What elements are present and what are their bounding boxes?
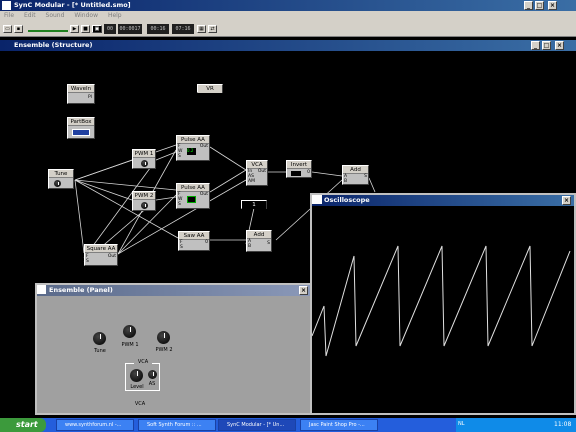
module-constant[interactable]: 1	[241, 200, 267, 209]
pulse-display	[187, 196, 196, 203]
panel-close-button[interactable]: ×	[299, 286, 308, 295]
level-knob-icon[interactable]	[130, 369, 143, 382]
module-title: VCA	[247, 161, 267, 169]
module-pulse-2[interactable]: Pulse AA F W S Out	[176, 183, 210, 209]
knob-label: PWM 1	[121, 342, 139, 348]
port-label[interactable]: S	[267, 241, 270, 246]
port-label[interactable]: S	[180, 245, 183, 250]
port-label[interactable]: B	[344, 179, 347, 184]
oscilloscope-window: Oscilloscope ×	[310, 193, 576, 415]
invert-display	[291, 171, 301, 176]
knob-label: AS	[148, 381, 156, 387]
language-indicator[interactable]: NL	[458, 421, 465, 427]
cable	[209, 169, 247, 193]
oscilloscope-close-button[interactable]: ×	[562, 196, 571, 205]
cable	[311, 171, 343, 177]
pwm2-knob-icon[interactable]	[141, 202, 148, 209]
port-label[interactable]: Out	[258, 169, 266, 174]
panel-window: Ensemble (Panel) × Tune PWM 1 PWM 2 VCA …	[35, 283, 312, 415]
module-add-1[interactable]: Add A B S	[342, 165, 369, 185]
port-label[interactable]: Out	[108, 254, 116, 259]
group-label: VCA	[134, 401, 146, 407]
taskbar-item[interactable]: www.synthforum.nl -...	[56, 419, 134, 431]
module-title: Tune	[49, 170, 73, 178]
port-label[interactable]: Out	[200, 144, 208, 149]
module-title: Square AA	[85, 245, 117, 253]
taskbar-item[interactable]: SynC Modular - [* Un...	[218, 419, 296, 431]
module-title: Add	[343, 166, 368, 174]
vca-group-box: VCA Level AS	[125, 359, 160, 391]
pwm1-knob-icon[interactable]	[141, 160, 148, 167]
clock: 11:08	[554, 421, 572, 428]
taskbar-item[interactable]: Jasc Paint Shop Pro -...	[300, 419, 378, 431]
module-tune[interactable]: Tune	[48, 169, 74, 189]
module-add-2[interactable]: Add A B S	[246, 230, 272, 252]
knob-label: PWM 2	[155, 347, 173, 353]
start-button[interactable]: start	[0, 418, 46, 432]
module-invert[interactable]: Invert 0	[286, 160, 312, 178]
system-tray: NL 11:08	[456, 418, 576, 432]
tune-knob-icon[interactable]	[54, 180, 61, 187]
port-label[interactable]: Out	[200, 192, 208, 197]
module-title: PartBox	[68, 118, 94, 126]
module-wavein[interactable]: WaveIn Pl	[67, 84, 95, 104]
partbox-display	[72, 129, 90, 136]
module-title: VR	[198, 85, 222, 93]
module-title: Pulse AA	[177, 136, 209, 144]
port-label[interactable]: Pl	[88, 95, 92, 100]
port-label[interactable]: 0	[205, 240, 208, 245]
panel-title: Ensemble (Panel)	[49, 286, 113, 294]
port-label[interactable]: AM	[248, 179, 255, 184]
oscilloscope-title: Oscilloscope	[324, 196, 370, 204]
pwm2-knob-icon[interactable]	[157, 331, 170, 344]
port-label[interactable]: S	[178, 202, 181, 207]
knob-label: Tune	[94, 348, 106, 354]
module-pulse-1[interactable]: Pulse AA F W S Out 0.2	[176, 135, 210, 161]
panel-window-icon	[37, 285, 46, 294]
module-vca[interactable]: VCA In AS AM Out	[246, 160, 268, 186]
panel-titlebar: Ensemble (Panel) ×	[37, 285, 310, 296]
module-title: WaveIn	[68, 85, 94, 93]
port-label[interactable]: S	[364, 174, 367, 179]
port-label[interactable]: B	[248, 244, 251, 249]
module-pwm2[interactable]: PWM 2	[132, 191, 156, 211]
cable	[209, 146, 247, 171]
oscilloscope-window-icon	[312, 195, 322, 204]
cable	[74, 144, 177, 181]
module-title: PWM 2	[133, 192, 155, 200]
module-square[interactable]: Square AA F S Out	[84, 244, 118, 266]
module-title: PWM 1	[133, 150, 155, 158]
port-label[interactable]: S	[178, 154, 181, 159]
taskbar-item[interactable]: Soft Synth Forum :: ...	[138, 419, 216, 431]
cable	[368, 177, 376, 193]
pwm1-knob-icon[interactable]	[123, 325, 136, 338]
module-partbox[interactable]: PartBox	[67, 117, 95, 139]
module-title: Pulse AA	[177, 184, 209, 192]
module-title: Add	[247, 231, 271, 239]
taskbar: start www.synthforum.nl -... Soft Synth …	[0, 418, 576, 432]
module-pwm1[interactable]: PWM 1	[132, 149, 156, 169]
module-vr[interactable]: VR	[197, 84, 223, 93]
tune-knob-icon[interactable]	[93, 332, 106, 345]
group-label: VCA	[134, 359, 152, 365]
module-title: 1	[242, 201, 266, 209]
cable	[74, 179, 85, 254]
port-label[interactable]: S	[86, 259, 89, 264]
oscilloscope-trace	[311, 245, 571, 357]
oscilloscope-titlebar: Oscilloscope ×	[312, 195, 574, 206]
module-title: Saw AA	[179, 232, 209, 240]
port-label[interactable]: 0	[307, 170, 310, 175]
as-knob-icon[interactable]	[148, 370, 157, 379]
module-saw[interactable]: Saw AA F S 0	[178, 231, 210, 251]
pulse-display: 0.2	[187, 148, 196, 155]
module-title: Invert	[287, 161, 311, 169]
start-label: start	[16, 420, 38, 429]
